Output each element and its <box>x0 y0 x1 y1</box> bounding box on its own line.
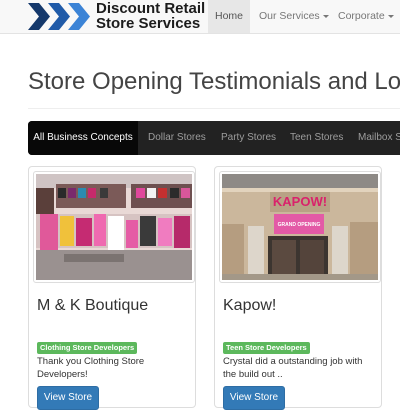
store-name: M & K Boutique <box>37 297 149 314</box>
store-description: Crystal did a outstanding job with the b… <box>223 356 363 380</box>
view-store-button[interactable]: View Store <box>223 386 285 410</box>
store-description: Thank you Clothing Store Developers! <box>37 356 145 380</box>
nav-home-label: Home <box>214 10 243 22</box>
nav-home[interactable]: Home <box>208 0 250 33</box>
top-navbar: Discount Retail Store Services Home Our … <box>0 0 400 34</box>
page-title: Store Opening Testimonials and Loc <box>28 68 400 95</box>
grand-opening-banner-text: GRAND OPENING <box>278 222 321 228</box>
chevrons-logo-icon <box>28 3 90 30</box>
kapow-sign-text: KAPOW! <box>273 194 327 209</box>
nav-our-services-label: Our Services <box>259 10 320 22</box>
nav-corporate-label: Corporate <box>338 10 385 22</box>
category-badge: Clothing Store Developers <box>37 342 138 354</box>
store-photo[interactable] <box>33 171 195 283</box>
boutique-interior-image <box>36 174 192 280</box>
view-store-button[interactable]: View Store <box>37 386 99 410</box>
chevron-down-icon <box>387 14 394 18</box>
brand-line-1: Discount Retail <box>96 0 206 17</box>
filter-mailbox-stores[interactable]: Mailbox S <box>358 121 400 155</box>
concept-filter-bar: All Business Concepts Dollar Stores Part… <box>28 121 400 155</box>
store-card: M & K Boutique Clothing Store Developers… <box>28 166 196 410</box>
nav-corporate[interactable]: Corporate <box>338 0 394 33</box>
store-card: KAPOW! GRAND OPENING Kapow! Teen Store D… <box>214 166 382 410</box>
brand-logo[interactable]: Discount Retail Store Services <box>28 0 208 33</box>
filter-all-business-concepts[interactable]: All Business Concepts <box>28 121 138 155</box>
filter-teen-stores[interactable]: Teen Stores <box>290 121 343 155</box>
category-badge: Teen Store Developers <box>223 342 310 354</box>
nav-our-services[interactable]: Our Services <box>259 0 329 33</box>
storefront-image: KAPOW! GRAND OPENING <box>222 174 378 280</box>
chevron-down-icon <box>322 14 329 18</box>
filter-party-stores[interactable]: Party Stores <box>221 121 276 155</box>
store-name: Kapow! <box>223 297 277 314</box>
title-divider <box>28 108 400 109</box>
brand-line-2: Store Services <box>96 15 201 32</box>
store-photo[interactable]: KAPOW! GRAND OPENING <box>219 171 381 283</box>
filter-dollar-stores[interactable]: Dollar Stores <box>148 121 206 155</box>
